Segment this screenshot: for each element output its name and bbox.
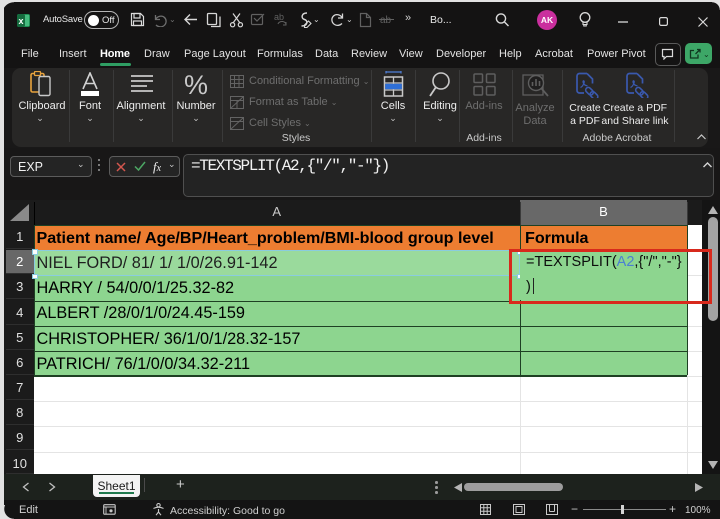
svg-text:%: % [184,71,208,98]
svg-text:ab: ab [274,12,284,22]
svg-text:ab: ab [380,15,392,26]
svg-text:x: x [18,16,23,26]
